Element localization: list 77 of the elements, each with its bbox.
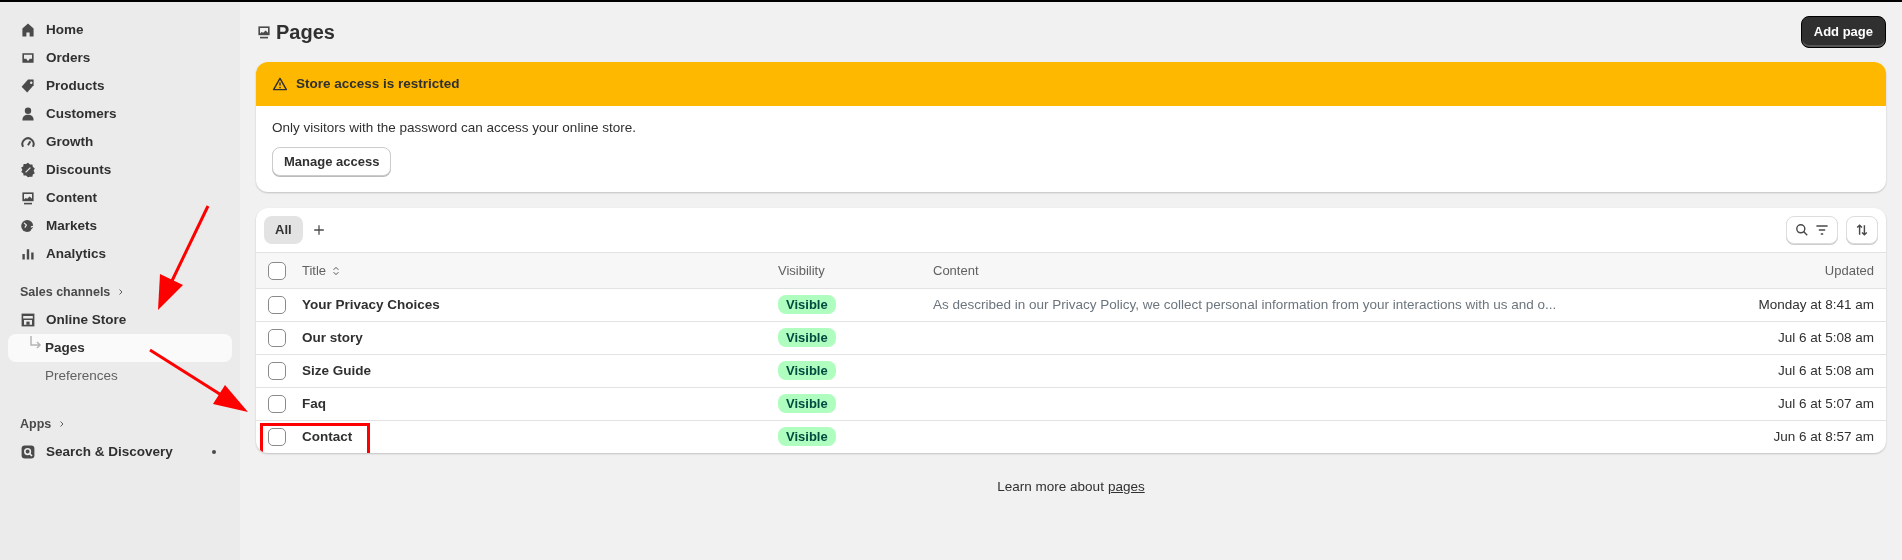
- image-icon: [256, 24, 272, 40]
- search-icon: [1794, 222, 1810, 238]
- filter-icon: [1814, 222, 1830, 238]
- nav-item[interactable]: Discounts: [8, 156, 232, 184]
- banner-message: Only visitors with the password can access your online store.: [272, 119, 637, 138]
- column-header: Title: [302, 261, 327, 280]
- sort-icon: [1854, 222, 1870, 238]
- learn-more-link[interactable]: pages: [1107, 477, 1145, 498]
- storefront-icon: [20, 312, 36, 328]
- visibility-badge: Visible: [778, 327, 836, 347]
- warning-icon: [272, 76, 288, 93]
- row-checkbox[interactable]: [268, 329, 286, 347]
- nav-label: Discounts: [46, 160, 112, 179]
- person-icon: [20, 106, 36, 122]
- updated-cell-text: Jul 6 at 5:08 am: [1776, 328, 1874, 347]
- sort-button[interactable]: [1846, 216, 1878, 244]
- nav-item[interactable]: Growth: [8, 128, 232, 156]
- column-header: Content: [933, 261, 980, 280]
- updated-cell-text: Monday at 8:41 am: [1757, 295, 1874, 314]
- nav-subitem[interactable]: Preferences: [8, 362, 232, 390]
- page-title-cell[interactable]: Your Privacy Choices: [302, 294, 440, 316]
- nav-item[interactable]: Customers: [8, 100, 232, 128]
- nav-item[interactable]: Orders: [8, 44, 232, 72]
- select-all-checkbox[interactable]: [268, 261, 286, 280]
- section-heading[interactable]: Apps: [20, 414, 52, 434]
- filter-tab[interactable]: All: [264, 216, 303, 244]
- nav-item[interactable]: Home: [8, 16, 232, 44]
- search-filter-button[interactable]: [1786, 216, 1838, 244]
- footer-text: Learn more about: [997, 478, 1104, 496]
- nav-item[interactable]: Products: [8, 72, 232, 100]
- nav-label: Products: [46, 76, 105, 95]
- nav-label: Content: [46, 188, 97, 207]
- gauge-icon: [20, 134, 36, 150]
- tag-icon: [20, 78, 36, 94]
- nav-item[interactable]: Analytics: [8, 240, 232, 268]
- visibility-badge: Visible: [778, 393, 836, 413]
- banner-title: Store access is restricted: [296, 75, 460, 93]
- nav-label: Orders: [46, 48, 91, 67]
- row-checkbox[interactable]: [268, 428, 286, 446]
- page-title-cell[interactable]: Contact: [302, 426, 353, 448]
- home-icon: [20, 22, 36, 38]
- nav-item[interactable]: Content: [8, 184, 232, 212]
- search-icon: [20, 444, 36, 460]
- visibility-badge: Visible: [778, 294, 836, 314]
- visibility-badge: Visible: [778, 360, 836, 380]
- branch-connector-icon: [30, 336, 42, 350]
- page-title: Pages: [276, 20, 335, 44]
- row-checkbox[interactable]: [268, 296, 286, 314]
- nav-item[interactable]: Search & Discovery: [8, 438, 232, 466]
- nav-subitem[interactable]: Pages: [8, 334, 232, 362]
- updated-cell-text: Jul 6 at 5:08 am: [1776, 361, 1874, 380]
- nav-item[interactable]: Online Store: [8, 306, 232, 334]
- row-checkbox[interactable]: [268, 362, 286, 380]
- visibility-badge: Visible: [778, 426, 836, 446]
- manage-access-button[interactable]: Manage access: [272, 146, 392, 176]
- add-page-button[interactable]: Add page: [1800, 16, 1886, 48]
- page-title-cell[interactable]: Our story: [302, 327, 363, 349]
- updated-cell-text: Jul 6 at 5:07 am: [1776, 394, 1874, 413]
- nav-label: Online Store: [46, 310, 128, 329]
- updated-cell-text: Jun 6 at 8:57 am: [1772, 427, 1874, 446]
- column-header: Updated: [1823, 261, 1874, 280]
- nav-label: Search & Discovery: [46, 442, 174, 461]
- page-title-cell[interactable]: Faq: [302, 393, 326, 415]
- nav-label: Analytics: [46, 244, 107, 263]
- page-title-cell[interactable]: Size Guide: [302, 360, 372, 382]
- nav-item[interactable]: Markets: [8, 212, 232, 240]
- section-heading[interactable]: Sales channels: [20, 282, 111, 302]
- nav-label: Growth: [46, 132, 94, 151]
- inbox-icon: [20, 50, 36, 66]
- bar-chart-icon: [20, 246, 36, 262]
- nav-label: Markets: [46, 216, 98, 235]
- nav-label: Customers: [46, 104, 117, 123]
- image-icon: [20, 190, 36, 206]
- nav-label: Home: [46, 20, 84, 39]
- row-checkbox[interactable]: [268, 395, 286, 413]
- column-header: Visibility: [778, 261, 826, 280]
- content-cell: As described in our Privacy Policy, we collect personal information from your interactions with us and o...: [933, 296, 1557, 312]
